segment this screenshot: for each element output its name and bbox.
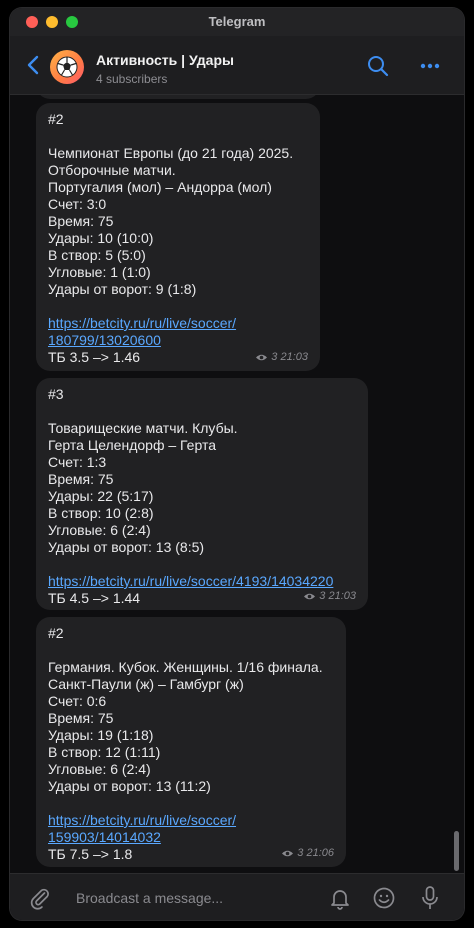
message-line: Счет: 1:3	[48, 454, 107, 470]
search-icon[interactable]	[366, 54, 390, 78]
message-text: #2 Германия. Кубок. Женщины. 1/16 финала.…	[48, 625, 334, 812]
message-line: В створ: 10 (2:8)	[48, 505, 154, 521]
message-text: #2 Чемпионат Европы (до 21 года) 2025. Отб…	[48, 111, 308, 315]
message-line: Герта Целендорф – Герта	[48, 437, 216, 453]
paperclip-icon[interactable]	[28, 886, 52, 910]
message-line: Удары: 22 (5:17)	[48, 488, 154, 504]
message-line: В створ: 12 (1:11)	[48, 744, 161, 760]
message-line	[48, 403, 356, 420]
message-line: Удары от ворот: 13 (11:2)	[48, 778, 211, 794]
message-time: 3 21:03	[319, 590, 356, 602]
soccer-ball-icon	[56, 56, 78, 78]
message-line: #2	[48, 625, 64, 641]
message-line: Счет: 0:6	[48, 693, 107, 709]
message-line: #3	[48, 386, 64, 402]
message-line: Санкт-Паули (ж) – Гамбург (ж)	[48, 676, 244, 692]
message-bubble[interactable]: #2 Чемпионат Европы (до 21 года) 2025. Отб…	[36, 103, 320, 371]
message-time: 3 21:03	[271, 351, 308, 363]
message-line: В створ: 5 (5:0)	[48, 247, 146, 263]
message-line: Время: 75	[48, 213, 114, 229]
message-line: Удары: 10 (10:0)	[48, 230, 154, 246]
match-link[interactable]: 180799/13020600	[48, 332, 308, 349]
message-list[interactable]: #2 Чемпионат Европы (до 21 года) 2025. Отб…	[10, 95, 464, 873]
subscriber-count: 4 subscribers	[96, 72, 168, 86]
scrollbar-thumb[interactable]	[454, 831, 459, 871]
microphone-icon[interactable]	[418, 885, 442, 911]
match-link[interactable]: https://betcity.ru/ru/live/soccer/	[48, 812, 334, 829]
eye-icon	[304, 593, 316, 600]
message-line: Португалия (мол) – Андорра (мол)	[48, 179, 272, 195]
message-line	[48, 556, 356, 573]
composer-bar	[10, 873, 464, 920]
channel-avatar[interactable]	[50, 50, 84, 84]
message-line: Время: 75	[48, 710, 114, 726]
message-line	[48, 298, 308, 315]
more-options-icon[interactable]	[418, 58, 442, 74]
message-line: Удары: 19 (1:18)	[48, 727, 154, 743]
message-line: Чемпионат Европы (до 21 года) 2025.	[48, 145, 294, 161]
match-link[interactable]: https://betcity.ru/ru/live/soccer/	[48, 315, 308, 332]
eye-icon	[256, 354, 268, 361]
eye-icon	[282, 850, 294, 857]
back-chevron-icon[interactable]	[24, 54, 44, 76]
message-line: Время: 75	[48, 471, 114, 487]
message-text: #3 Товарищеские матчи. Клубы. Герта Целенд…	[48, 386, 356, 573]
message-link[interactable]: https://betcity.ru/ru/live/soccer/180799…	[48, 315, 308, 349]
title-bar: Telegram	[10, 8, 464, 36]
message-line: #2	[48, 111, 64, 127]
channel-title[interactable]: Активность | Удары	[96, 52, 234, 68]
message-line: Удары от ворот: 13 (8:5)	[48, 539, 205, 555]
message-line	[48, 642, 334, 659]
message-input[interactable]	[68, 874, 318, 920]
message-line: Удары от ворот: 9 (1:8)	[48, 281, 197, 297]
message-line: Угловые: 6 (2:4)	[48, 522, 151, 538]
message-line	[48, 128, 308, 145]
emoji-icon[interactable]	[372, 886, 396, 910]
window-title: Telegram	[208, 14, 266, 29]
message-meta: 3 21:03	[303, 588, 356, 605]
message-link[interactable]: https://betcity.ru/ru/live/soccer/159903…	[48, 812, 334, 846]
message-bubble[interactable]: #2 Германия. Кубок. Женщины. 1/16 финала.…	[36, 617, 346, 867]
message-line	[48, 795, 334, 812]
previous-message-bubble	[36, 95, 320, 99]
message-meta: 3 21:06	[281, 845, 334, 862]
message-line: Германия. Кубок. Женщины. 1/16 финала.	[48, 659, 323, 675]
message-line: Угловые: 6 (2:4)	[48, 761, 151, 777]
telegram-window: Telegram Активность | Удары 4 subscriber…	[10, 8, 464, 920]
bell-icon[interactable]	[328, 886, 352, 910]
message-line: Отборочные матчи.	[48, 162, 176, 178]
chat-header: Активность | Удары 4 subscribers	[10, 36, 464, 95]
message-line: Товарищеские матчи. Клубы.	[48, 420, 238, 436]
message-bubble[interactable]: #3 Товарищеские матчи. Клубы. Герта Целенд…	[36, 378, 368, 610]
message-time: 3 21:06	[297, 847, 334, 859]
message-line: Угловые: 1 (1:0)	[48, 264, 151, 280]
message-meta: 3 21:03	[255, 349, 308, 366]
match-link[interactable]: 159903/14014032	[48, 829, 334, 846]
message-line: Счет: 3:0	[48, 196, 107, 212]
